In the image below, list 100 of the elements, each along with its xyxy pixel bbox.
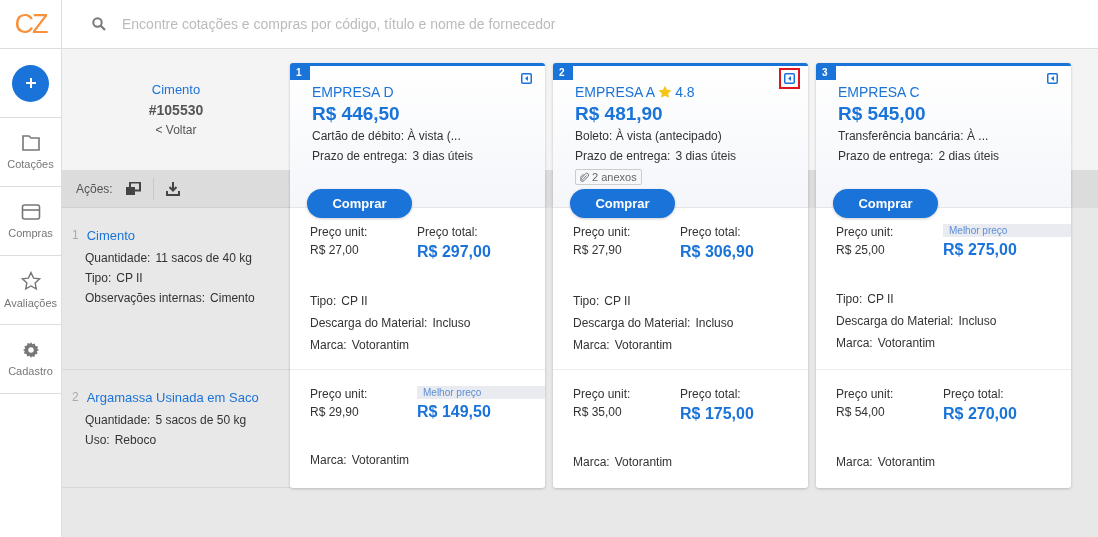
rank-badge: 3 <box>816 66 836 80</box>
field-value: Votorantim <box>351 453 410 467</box>
folder-icon <box>20 134 41 152</box>
actions-label: Ações: <box>76 181 113 196</box>
item-number: 1 <box>72 228 79 243</box>
field-value: CP II <box>867 292 894 306</box>
field-label: Marca: <box>836 336 873 350</box>
search-icon <box>92 17 106 31</box>
field-label: Descarga do Material: <box>836 314 954 328</box>
unit-price: R$ 27,00 <box>310 243 360 257</box>
payment-terms: Boleto: À vista (antecipado) <box>575 129 722 143</box>
best-price-badge: Melhor preço <box>417 386 545 399</box>
card-icon <box>20 203 41 221</box>
item-number: 2 <box>72 390 79 405</box>
unit-price: R$ 27,90 <box>573 243 623 257</box>
total-price-label: Preço total: <box>680 387 742 401</box>
field-label: Tipo: <box>310 294 337 308</box>
delivery-label: Prazo de entrega: <box>575 149 671 163</box>
unit-price-label: Preço unit: <box>573 387 632 401</box>
field-label: Descarga do Material: <box>573 316 691 330</box>
field-label: Uso: <box>85 433 110 447</box>
total-price: R$ 306,90 <box>680 243 755 261</box>
duplicate-icon[interactable] <box>124 181 141 196</box>
delivery-label: Prazo de entrega: <box>312 149 408 163</box>
unit-price: R$ 54,00 <box>836 405 886 419</box>
payment-terms: Transferência bancária: À ... <box>838 129 989 143</box>
back-link[interactable]: < Voltar <box>155 123 197 137</box>
total-price: R$ 175,00 <box>680 405 755 423</box>
rank-badge: 1 <box>290 66 310 80</box>
proposal-total: R$ 545,00 <box>838 103 926 125</box>
field-label: Marca: <box>573 455 610 469</box>
unit-price-label: Preço unit: <box>836 387 895 401</box>
best-price-badge: Melhor preço <box>943 224 1071 237</box>
gear-icon <box>21 341 40 359</box>
unit-price: R$ 35,00 <box>573 405 623 419</box>
unit-price: R$ 25,00 <box>836 243 886 257</box>
star-icon <box>20 271 41 291</box>
unit-price-label: Preço unit: <box>836 225 895 239</box>
field-value: CP II <box>116 271 143 285</box>
unit-price-label: Preço unit: <box>310 225 369 239</box>
field-value: 11 sacos de 40 kg <box>155 251 252 265</box>
field-label: Observações internas: <box>85 291 206 305</box>
rank-badge: 2 <box>553 66 573 80</box>
field-value: Incluso <box>695 316 734 330</box>
unit-price-label: Preço unit: <box>310 387 369 401</box>
total-price: R$ 149,50 <box>417 403 492 421</box>
rating: 4.8 <box>675 84 695 100</box>
total-price-label: Preço total: <box>680 225 742 239</box>
field-value: Reboco <box>114 433 157 447</box>
quote-title[interactable]: Cimento <box>151 82 201 97</box>
field-label: Marca: <box>573 338 610 352</box>
quote-code: #105530 <box>148 102 204 118</box>
paperclip-icon <box>580 171 589 183</box>
field-label: Quantidade: <box>85 251 151 265</box>
add-button[interactable] <box>12 64 49 102</box>
field-value: 5 sacos de 50 kg <box>155 413 247 427</box>
item-name[interactable]: Cimento <box>86 228 136 243</box>
item-name[interactable]: Argamassa Usinada em Saco <box>86 390 259 405</box>
field-value: CP II <box>341 294 368 308</box>
field-value: Votorantim <box>351 338 410 352</box>
field-label: Tipo: <box>836 292 863 306</box>
supplier-name[interactable]: EMPRESA C <box>838 84 920 100</box>
attachments-chip[interactable]: 2 anexos <box>575 169 642 185</box>
field-value: Votorantim <box>614 338 673 352</box>
delivery-label: Prazo de entrega: <box>838 149 934 163</box>
collapse-icon[interactable] <box>784 73 795 84</box>
field-label: Marca: <box>836 455 873 469</box>
total-price-label: Preço total: <box>417 225 479 239</box>
field-value: Votorantim <box>877 336 936 350</box>
total-price: R$ 275,00 <box>943 241 1018 259</box>
field-value: Incluso <box>432 316 471 330</box>
field-value: Votorantim <box>877 455 936 469</box>
buy-button[interactable]: Comprar <box>570 189 675 218</box>
buy-button[interactable]: Comprar <box>307 189 412 218</box>
field-value: Cimento <box>210 291 255 305</box>
delivery-value: 2 dias úteis <box>938 149 1000 163</box>
collapse-icon[interactable] <box>1047 73 1058 84</box>
total-price-label: Preço total: <box>943 387 1005 401</box>
star-icon <box>658 85 673 99</box>
payment-terms: Cartão de débito: À vista (... <box>312 129 461 143</box>
delivery-value: 3 dias úteis <box>675 149 737 163</box>
delivery-value: 3 dias úteis <box>412 149 474 163</box>
field-label: Marca: <box>310 453 347 467</box>
supplier-name[interactable]: EMPRESA D <box>312 84 394 100</box>
unit-price-label: Preço unit: <box>573 225 632 239</box>
field-value: CP II <box>604 294 631 308</box>
collapse-icon[interactable] <box>521 73 532 84</box>
field-label: Tipo: <box>85 271 112 285</box>
buy-button[interactable]: Comprar <box>833 189 938 218</box>
proposal-total: R$ 446,50 <box>312 103 400 125</box>
field-value: Votorantim <box>614 455 673 469</box>
field-label: Tipo: <box>573 294 600 308</box>
supplier-name[interactable]: EMPRESA A <box>575 84 656 100</box>
field-label: Marca: <box>310 338 347 352</box>
unit-price: R$ 29,90 <box>310 405 360 419</box>
field-label: Quantidade: <box>85 413 151 427</box>
total-price: R$ 270,00 <box>943 405 1018 423</box>
total-price: R$ 297,00 <box>417 243 492 261</box>
field-value: Incluso <box>958 314 997 328</box>
download-icon[interactable] <box>165 181 180 196</box>
